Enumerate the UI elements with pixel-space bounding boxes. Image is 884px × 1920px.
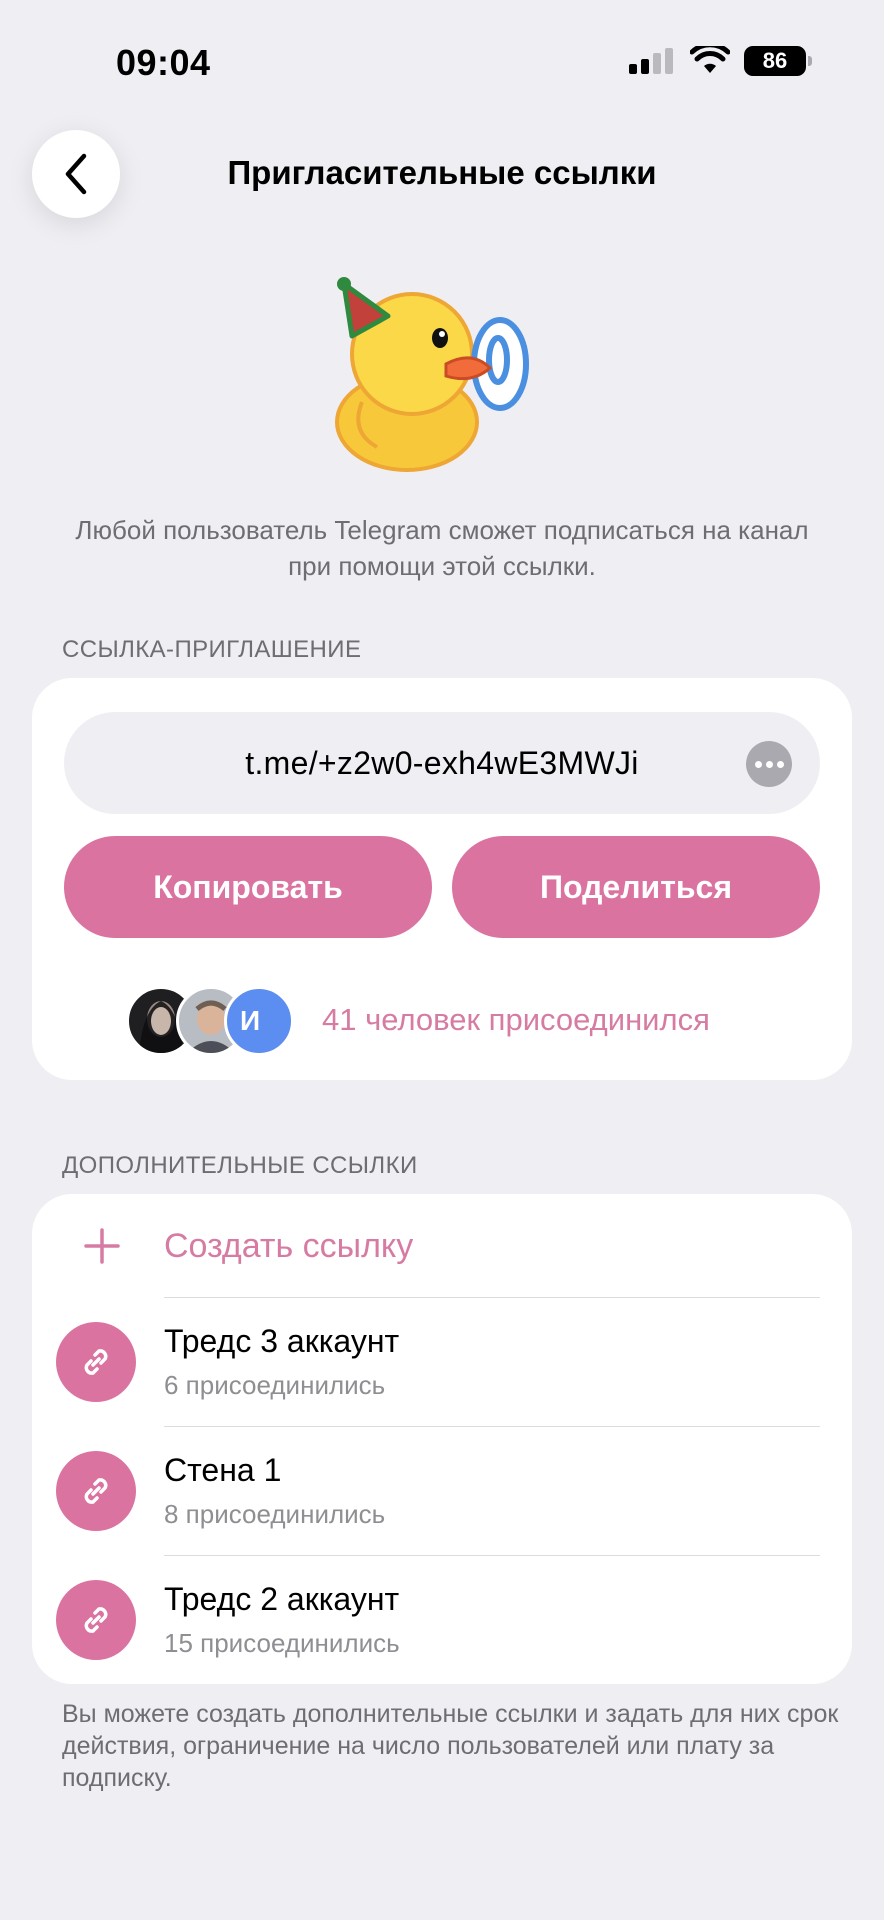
status-time: 09:04	[116, 42, 211, 83]
link-icon	[56, 1451, 136, 1531]
link-joined-count: 15 присоединились	[164, 1628, 400, 1658]
dot-icon	[754, 760, 762, 768]
page-title: Пригласительные ссылки	[227, 154, 657, 191]
create-link-label: Создать ссылку	[164, 1226, 414, 1265]
create-link-button[interactable]: Создать ссылку	[32, 1196, 852, 1296]
battery-icon: 86	[744, 46, 812, 76]
invite-link-field[interactable]: t.me/+z2w0-exh4wE3MWJi	[64, 712, 820, 814]
footer-note: Вы можете создать дополнительные ссылки …	[62, 1700, 839, 1792]
invite-link-text[interactable]: t.me/+z2w0-exh4wE3MWJi	[245, 745, 638, 782]
joined-count-link[interactable]: 41 человек присоединился	[322, 1002, 710, 1038]
battery-level: 86	[762, 48, 788, 73]
link-icon	[56, 1580, 136, 1660]
description-text: Любой пользователь Telegram сможет подпи…	[75, 515, 809, 581]
link-icon	[56, 1322, 136, 1402]
share-button[interactable]: Поделиться	[452, 836, 820, 938]
invite-link-section-label: ССЫЛКА-ПРИГЛАШЕНИЕ	[62, 636, 362, 663]
link-joined-count: 8 присоединились	[164, 1499, 386, 1529]
plus-icon	[84, 1228, 120, 1264]
wifi-icon	[690, 46, 730, 73]
copy-button[interactable]: Копировать	[64, 836, 432, 938]
avatar-initial: И	[239, 1005, 261, 1036]
more-options-button[interactable]	[746, 741, 792, 787]
list-item[interactable]: Тредс 3 аккаунт 6 присоединились	[32, 1298, 852, 1426]
dot-icon	[765, 760, 773, 768]
cellular-signal-icon	[629, 48, 673, 74]
joined-avatars[interactable]: И	[126, 986, 294, 1056]
list-item[interactable]: Тредс 2 аккаунт 15 присоединились	[32, 1556, 852, 1684]
additional-links-section-label: ДОПОЛНИТЕЛЬНЫЕ ССЫЛКИ	[62, 1152, 418, 1179]
link-title: Тредс 2 аккаунт	[164, 1581, 400, 1617]
duck-sticker	[335, 277, 529, 472]
link-title: Тредс 3 аккаунт	[164, 1323, 400, 1359]
link-title: Стена 1	[164, 1452, 282, 1488]
status-icons: 86	[628, 46, 812, 76]
dot-icon	[776, 760, 784, 768]
link-joined-count: 6 присоединились	[164, 1370, 386, 1400]
avatar: И	[224, 986, 294, 1056]
list-item[interactable]: Стена 1 8 присоединились	[32, 1427, 852, 1555]
